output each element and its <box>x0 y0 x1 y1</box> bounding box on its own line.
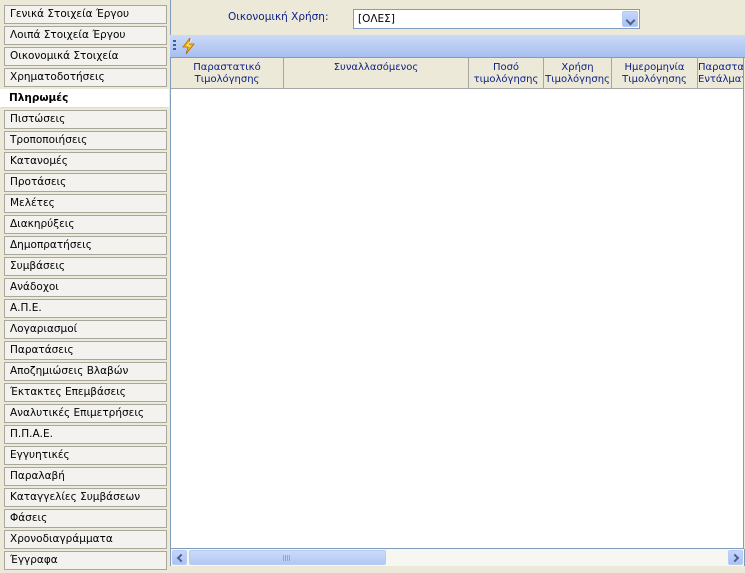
sidebar-item[interactable]: Αποζημιώσεις Βλαβών <box>4 362 167 381</box>
sidebar-item[interactable]: Λογαριασμοί <box>4 320 167 339</box>
column-header[interactable]: Συναλλασόμενος <box>284 58 469 89</box>
horizontal-scrollbar[interactable] <box>170 549 745 566</box>
sidebar-item[interactable]: Χρηματοδοτήσεις <box>4 68 167 87</box>
fiscal-year-label: Οικονομική Χρήση: <box>228 11 329 23</box>
sidebar-item[interactable]: Χρονοδιαγράμματα <box>4 530 167 549</box>
column-header[interactable]: Παραστατικό Τιμολόγησης <box>171 58 284 89</box>
scrollbar-thumb[interactable] <box>189 550 386 565</box>
sidebar-item[interactable]: Συμβάσεις <box>4 257 167 276</box>
sidebar-item[interactable]: Γενικά Στοιχεία Έργου <box>4 5 167 24</box>
sidebar-item[interactable]: Α.Π.Ε. <box>4 299 167 318</box>
lightning-icon[interactable] <box>179 37 199 55</box>
grid-header: Παραστατικό Τιμολόγησης Συναλλασόμενος Ποσ… <box>171 58 743 89</box>
sidebar-item[interactable]: Ανάδοχοι <box>4 278 167 297</box>
fiscal-year-value: [ΟΛΕΣ] <box>358 13 395 25</box>
sidebar-item[interactable]: Φάσεις <box>4 509 167 528</box>
sidebar-item[interactable]: Μελέτες <box>4 194 167 213</box>
sidebar-item[interactable]: Εγγυητικές <box>4 446 167 465</box>
sidebar-item[interactable]: Προτάσεις <box>4 173 167 192</box>
scroll-left-icon[interactable] <box>172 550 187 565</box>
sidebar-item[interactable]: Έγγραφα <box>4 551 167 570</box>
grid-toolbar <box>170 35 745 58</box>
filter-bar: Οικονομική Χρήση: [ΟΛΕΣ] <box>169 0 745 33</box>
sidebar-item[interactable]: Παραλαβή <box>4 467 167 486</box>
column-header[interactable]: Παραστατικό Εντάλματος <box>698 58 743 89</box>
sidebar-item[interactable]: Π.Π.Α.Ε. <box>4 425 167 444</box>
fiscal-year-select[interactable]: [ΟΛΕΣ] <box>353 9 640 29</box>
sidebar-nav: Γενικά Στοιχεία Έργου Λοιπά Στοιχεία Έργο… <box>0 0 169 573</box>
sidebar-item[interactable]: Τροποποιήσεις <box>4 131 167 150</box>
main-panel: Οικονομική Χρήση: [ΟΛΕΣ] Παραστατικό Τιμ… <box>169 0 745 573</box>
sidebar-item[interactable]: Διακηρύξεις <box>4 215 167 234</box>
payments-grid[interactable]: Παραστατικό Τιμολόγησης Συναλλασόμενος Ποσ… <box>170 58 744 549</box>
sidebar-item[interactable]: Λοιπά Στοιχεία Έργου <box>4 26 167 45</box>
sidebar-item[interactable]: Παρατάσεις <box>4 341 167 360</box>
sidebar-item[interactable]: Πιστώσεις <box>4 110 167 129</box>
column-header[interactable]: Ποσό τιμολόγησης <box>469 58 544 89</box>
column-header[interactable]: Χρήση Τιμολόγησης <box>544 58 612 89</box>
sidebar-item[interactable]: Καταγγελίες Συμβάσεων <box>4 488 167 507</box>
sidebar-item[interactable]: Δημοπρατήσεις <box>4 236 167 255</box>
chevron-down-icon[interactable] <box>622 11 638 27</box>
scroll-right-icon[interactable] <box>728 550 743 565</box>
sidebar-item[interactable]: Οικονομικά Στοιχεία <box>4 47 167 66</box>
sidebar-item[interactable]: Πληρωμές <box>0 89 169 108</box>
sidebar-item[interactable]: Αναλυτικές Επιμετρήσεις <box>4 404 167 423</box>
column-header[interactable]: Ημερομηνία Τιμολόγησης <box>612 58 698 89</box>
sidebar-item[interactable]: Έκτακτες Επεμβάσεις <box>4 383 167 402</box>
sidebar-item[interactable]: Κατανομές <box>4 152 167 171</box>
toolbar-grip-icon <box>173 40 176 52</box>
